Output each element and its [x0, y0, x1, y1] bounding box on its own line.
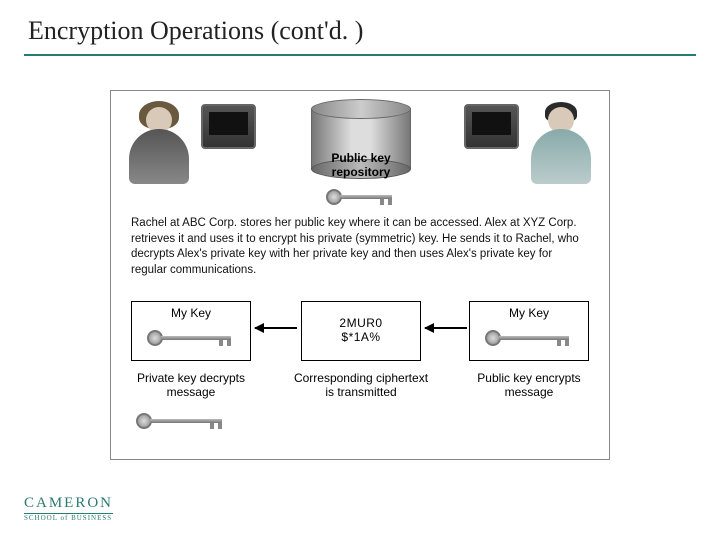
repository-label: Public key repository — [316, 151, 406, 179]
cipher-line-2: $*1A% — [341, 330, 380, 344]
title-rule — [24, 54, 696, 56]
key-icon — [485, 328, 573, 350]
arrow-left-icon — [255, 327, 297, 329]
ciphertext-box: 2MUR0 $*1A% — [301, 301, 421, 361]
figure-description: Rachel at ABC Corp. stores her public ke… — [131, 216, 589, 278]
caption-left: Private key decrypts message — [121, 371, 261, 399]
encryption-figure: Public key repository Rachel at ABC Corp… — [110, 90, 610, 460]
logo-sub-text: SCHOOL of BUSINESS — [24, 514, 113, 522]
logo-main-text: CAMERON — [24, 495, 113, 514]
torso-icon — [129, 129, 189, 184]
arrow-right-icon — [425, 327, 467, 329]
person-alex — [459, 99, 599, 189]
cipher-line-1: 2MUR0 — [339, 316, 382, 330]
box-label: My Key — [132, 302, 250, 320]
caption-mid: Corresponding ciphertext is transmitted — [291, 371, 431, 399]
key-icon — [147, 328, 235, 350]
person-rachel — [121, 99, 261, 189]
torso-icon — [531, 129, 591, 184]
repository-key-icon — [326, 187, 396, 207]
box-label: My Key — [470, 302, 588, 320]
monitor-icon — [201, 104, 256, 149]
my-key-right-box: My Key — [469, 301, 589, 361]
ciphertext-value: 2MUR0 $*1A% — [302, 302, 420, 344]
monitor-icon — [464, 104, 519, 149]
slide-title: Encryption Operations (cont'd. ) — [0, 0, 720, 54]
caption-right: Public key encrypts message — [459, 371, 599, 399]
cameron-logo: CAMERON SCHOOL of BUSINESS — [24, 494, 113, 522]
my-key-left-box: My Key — [131, 301, 251, 361]
private-key-icon — [136, 411, 226, 435]
